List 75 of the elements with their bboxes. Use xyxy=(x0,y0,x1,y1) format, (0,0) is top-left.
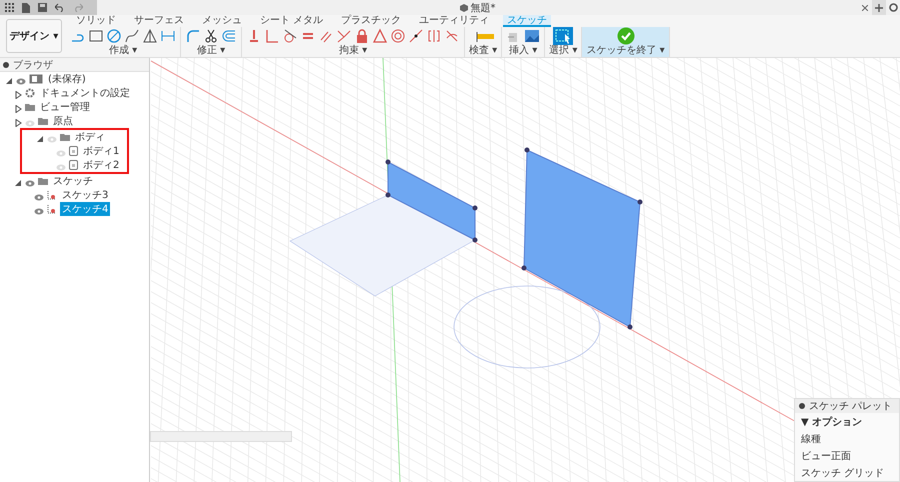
midpoint-icon[interactable] xyxy=(408,28,424,44)
concentric-icon[interactable] xyxy=(390,28,406,44)
tree-item[interactable]: ビュー管理 xyxy=(38,100,92,114)
folder-icon xyxy=(60,133,70,141)
collapse-icon[interactable] xyxy=(3,62,9,68)
group-menu[interactable]: 選択 ▾ xyxy=(549,45,578,56)
collapse-icon[interactable] xyxy=(799,403,805,409)
rectangle-icon[interactable] xyxy=(88,28,104,44)
surface-panel[interactable] xyxy=(386,160,478,242)
group-menu[interactable]: 拘束 ▾ xyxy=(338,45,368,56)
close-icon[interactable] xyxy=(862,4,868,10)
surface-panel[interactable] xyxy=(522,148,642,330)
eye-icon[interactable] xyxy=(16,78,26,84)
group-menu[interactable]: 挿入 ▾ xyxy=(509,45,538,56)
image-icon[interactable] xyxy=(524,28,540,44)
tree-item[interactable]: ドキュメントの設定 xyxy=(38,86,132,100)
palette-option[interactable]: ビュー正面 xyxy=(801,448,851,462)
body-icon xyxy=(69,160,78,170)
plus-icon[interactable] xyxy=(875,4,883,12)
expanded-triangle-icon[interactable] xyxy=(15,178,22,186)
expanded-triangle-icon[interactable] xyxy=(37,134,44,142)
folder-icon xyxy=(38,177,48,185)
panel-title: ブラウザ xyxy=(13,58,53,72)
body-icon xyxy=(69,146,78,156)
group-menu[interactable]: 修正 ▾ xyxy=(196,45,226,56)
lock-icon[interactable] xyxy=(354,28,370,44)
ribbon-tab[interactable]: ソリッド xyxy=(72,15,120,27)
ribbon-tab[interactable]: ユーティリティ xyxy=(415,15,494,27)
perpendicular-icon[interactable] xyxy=(264,28,280,44)
coincident-icon[interactable] xyxy=(336,28,352,44)
check-icon[interactable] xyxy=(616,27,634,45)
ribbon-tab[interactable]: サーフェス xyxy=(130,15,188,27)
spline-icon[interactable] xyxy=(124,28,140,44)
gear-icon xyxy=(25,88,35,98)
scissors-icon[interactable] xyxy=(203,28,219,44)
eye-icon[interactable] xyxy=(34,208,44,214)
eye-icon[interactable] xyxy=(34,194,44,200)
workspace-button[interactable]: デザイン ▾ xyxy=(6,19,62,53)
palette-option[interactable]: スケッチ グリッド xyxy=(801,466,884,480)
tree-item[interactable]: スケッチ xyxy=(51,174,95,188)
group-menu[interactable]: 検査 ▾ xyxy=(469,45,498,56)
dimension-icon[interactable] xyxy=(160,28,176,44)
tree-item[interactable]: ボディ xyxy=(73,130,107,144)
sketch-icon xyxy=(47,190,57,200)
sketch-icon xyxy=(47,204,57,214)
palette-option[interactable]: 線種 xyxy=(801,432,821,446)
palette-title: スケッチ パレット xyxy=(809,400,892,413)
ribbon-tab[interactable]: メッシュ xyxy=(198,15,246,27)
account-icon[interactable] xyxy=(888,3,898,12)
tree-item[interactable]: 原点 xyxy=(51,114,75,128)
document-title[interactable]: 無題* xyxy=(470,0,496,14)
eye-icon[interactable] xyxy=(25,180,35,186)
grid-menu-icon[interactable] xyxy=(5,3,14,12)
curvature-icon[interactable] xyxy=(444,28,460,44)
tree-item[interactable]: (未保存) xyxy=(46,72,88,86)
cube-icon xyxy=(460,4,468,12)
component-icon xyxy=(29,74,43,84)
circle-icon[interactable] xyxy=(106,28,122,44)
symmetry-icon[interactable] xyxy=(426,28,442,44)
tree-item[interactable]: スケッチ3 xyxy=(60,188,110,202)
ribbon-tab[interactable]: シート メタル xyxy=(256,15,328,27)
expanded-triangle-icon[interactable] xyxy=(6,76,13,84)
ribbon-tab[interactable]: プラスチック xyxy=(337,15,406,27)
scroll-bar[interactable] xyxy=(150,431,292,442)
file-icon[interactable] xyxy=(22,2,30,12)
triangle-icon[interactable] xyxy=(372,28,388,44)
tree-item[interactable]: ボディ1 xyxy=(81,144,122,158)
triangle-icon[interactable] xyxy=(142,28,158,44)
section-header[interactable]: ▼ オプション xyxy=(801,414,862,428)
save-icon[interactable] xyxy=(38,3,47,12)
group-menu[interactable]: 作成 ▾ xyxy=(108,45,138,56)
tangent-icon[interactable] xyxy=(282,28,298,44)
select-icon[interactable] xyxy=(553,27,574,45)
tree-item[interactable]: ボディ2 xyxy=(81,158,122,172)
undo-icon[interactable] xyxy=(55,3,65,12)
